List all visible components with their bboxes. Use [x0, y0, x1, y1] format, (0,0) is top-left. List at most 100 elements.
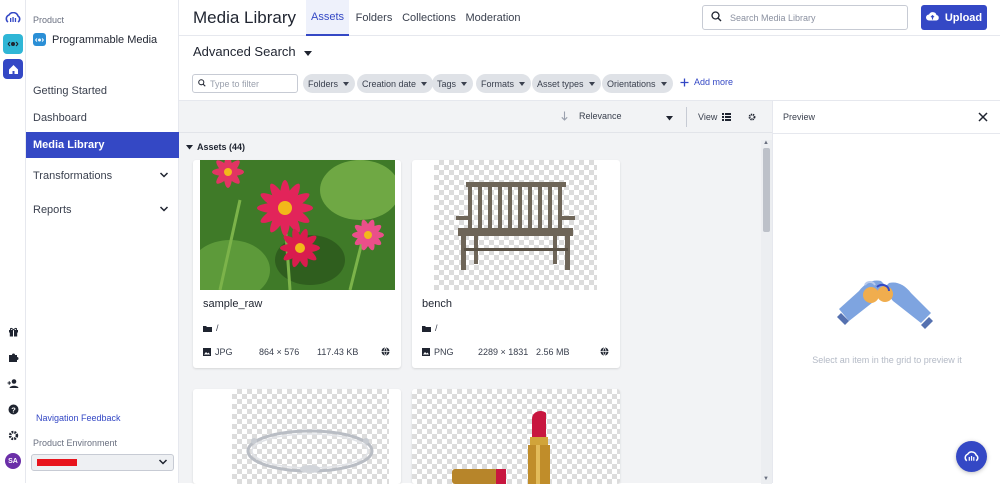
- asset-card[interactable]: bench / PNG 2289 × 1831 2.56 MB: [412, 160, 620, 368]
- filter-box[interactable]: [192, 74, 298, 93]
- sort-direction-icon[interactable]: [561, 111, 568, 124]
- asset-card[interactable]: sample_raw / JPG 864 × 576 117.43 KB: [193, 160, 401, 368]
- navigation-feedback-link[interactable]: Navigation Feedback: [36, 413, 121, 423]
- tab-collections[interactable]: Collections: [401, 0, 457, 36]
- grid-scrollbar[interactable]: ▲ ▼: [761, 140, 772, 484]
- sidebar-item-label: Getting Started: [33, 85, 107, 97]
- caret-down-icon: [186, 144, 193, 149]
- asset-dimensions: 864 × 576: [259, 347, 300, 357]
- caret-down-icon: [660, 81, 667, 86]
- globe-icon: [381, 347, 390, 358]
- sidebar-item-label: Transformations: [33, 170, 113, 182]
- help-chat-button[interactable]: [956, 441, 987, 472]
- asset-format: PNG: [422, 347, 454, 357]
- divider: [686, 107, 687, 127]
- sidebar-item-label: Media Library: [33, 139, 105, 151]
- cloudinary-logo-icon[interactable]: [5, 10, 21, 24]
- search-input[interactable]: [730, 12, 900, 23]
- sidebar-item-media-library[interactable]: Media Library: [26, 132, 179, 158]
- view-label: View: [698, 112, 718, 122]
- sidebar: Product Programmable Media Getting Start…: [26, 0, 179, 483]
- asset-thumbnail-flowers: [200, 160, 395, 290]
- asset-folder: /: [422, 323, 438, 333]
- caret-down-icon: [303, 44, 312, 59]
- gear-icon[interactable]: [748, 112, 756, 124]
- sort-select[interactable]: Relevance: [579, 111, 622, 121]
- sidebar-item-label: Reports: [33, 204, 72, 216]
- search-box[interactable]: [702, 5, 908, 30]
- tab-assets[interactable]: Assets: [306, 0, 349, 36]
- preview-empty-message: Select an item in the grid to preview it: [812, 355, 962, 365]
- asset-format-label: PNG: [434, 347, 454, 357]
- gear-icon[interactable]: [6, 428, 20, 442]
- asset-folder-path: /: [435, 323, 438, 333]
- asset-card[interactable]: [412, 389, 620, 484]
- product-environment-select[interactable]: [31, 454, 174, 471]
- add-user-icon[interactable]: [6, 376, 20, 390]
- asset-file-size: 2.56 MB: [536, 347, 570, 357]
- preview-header: Preview: [773, 101, 1000, 134]
- tab-folders[interactable]: Folders: [353, 0, 395, 36]
- folder-icon: [203, 325, 212, 332]
- sidebar-item-transformations[interactable]: Transformations: [26, 163, 179, 189]
- caret-down-icon: [519, 81, 526, 86]
- help-icon[interactable]: ?: [6, 402, 20, 416]
- asset-thumbnail-lipstick: [412, 389, 620, 484]
- chevron-down-icon: [159, 170, 169, 183]
- redacted-environment-name: [37, 459, 77, 466]
- advanced-search-toggle[interactable]: Advanced Search: [193, 44, 312, 59]
- search-icon: [198, 78, 206, 90]
- product-label: Product: [33, 15, 65, 25]
- scroll-down-icon[interactable]: ▼: [763, 476, 769, 482]
- programmable-media-icon[interactable]: [3, 34, 23, 54]
- chevron-down-icon: [158, 457, 168, 470]
- filter-chip-folders[interactable]: Folders: [303, 74, 356, 93]
- filter-chip-asset-types[interactable]: Asset types: [532, 74, 601, 93]
- image-icon: [203, 348, 211, 356]
- caret-down-icon: [666, 112, 673, 124]
- asset-dimensions: 2289 × 1831: [478, 347, 529, 357]
- sidebar-item-getting-started[interactable]: Getting Started: [26, 78, 179, 104]
- avatar[interactable]: SA: [5, 453, 21, 469]
- advanced-search-title: Advanced Search: [193, 44, 296, 59]
- preview-panel: Preview Select an item in the grid to pr…: [772, 100, 1000, 483]
- assets-section-toggle[interactable]: Assets (44): [186, 142, 245, 152]
- filter-input[interactable]: [210, 78, 294, 89]
- chip-label: Creation date: [362, 78, 417, 89]
- gift-icon[interactable]: [6, 324, 20, 338]
- asset-card[interactable]: [193, 389, 401, 484]
- preview-title: Preview: [783, 112, 816, 122]
- product-name: Programmable Media: [52, 33, 158, 46]
- sidebar-item-label: Dashboard: [33, 112, 87, 124]
- chip-label: Formats: [481, 78, 515, 89]
- add-more-filters-button[interactable]: Add more: [680, 77, 733, 87]
- chip-label: Tags: [437, 78, 457, 89]
- sidebar-item-reports[interactable]: Reports: [26, 197, 179, 223]
- scroll-up-icon[interactable]: ▲: [763, 140, 769, 146]
- chip-label: Asset types: [537, 78, 584, 89]
- scrollbar-thumb[interactable]: [763, 148, 770, 232]
- cloud-upload-icon: [925, 11, 939, 24]
- home-icon[interactable]: [3, 59, 23, 79]
- asset-format: JPG: [203, 347, 233, 357]
- list-view-icon[interactable]: [722, 112, 731, 124]
- icon-rail: ? SA: [0, 0, 26, 483]
- caret-down-icon: [421, 81, 428, 86]
- product-selector[interactable]: Programmable Media: [33, 33, 157, 46]
- chevron-down-icon: [159, 204, 169, 217]
- caret-down-icon: [343, 81, 350, 86]
- sort-toolbar: Relevance View: [179, 101, 772, 133]
- plus-icon: [680, 78, 689, 86]
- puzzle-icon[interactable]: [6, 350, 20, 364]
- chip-label: Folders: [308, 78, 339, 89]
- caret-down-icon: [588, 81, 595, 86]
- tab-moderation[interactable]: Moderation: [464, 0, 522, 36]
- asset-grid-panel: Relevance View Assets (44) sample_raw / …: [179, 100, 772, 484]
- sidebar-item-dashboard[interactable]: Dashboard: [26, 105, 179, 131]
- filter-chip-formats[interactable]: Formats: [476, 74, 532, 93]
- filter-chip-creation-date[interactable]: Creation date: [357, 74, 434, 93]
- close-icon[interactable]: [978, 112, 988, 125]
- filter-chip-orientations[interactable]: Orientations: [602, 74, 673, 93]
- upload-button[interactable]: Upload: [921, 5, 987, 30]
- filter-chip-tags[interactable]: Tags: [432, 74, 474, 93]
